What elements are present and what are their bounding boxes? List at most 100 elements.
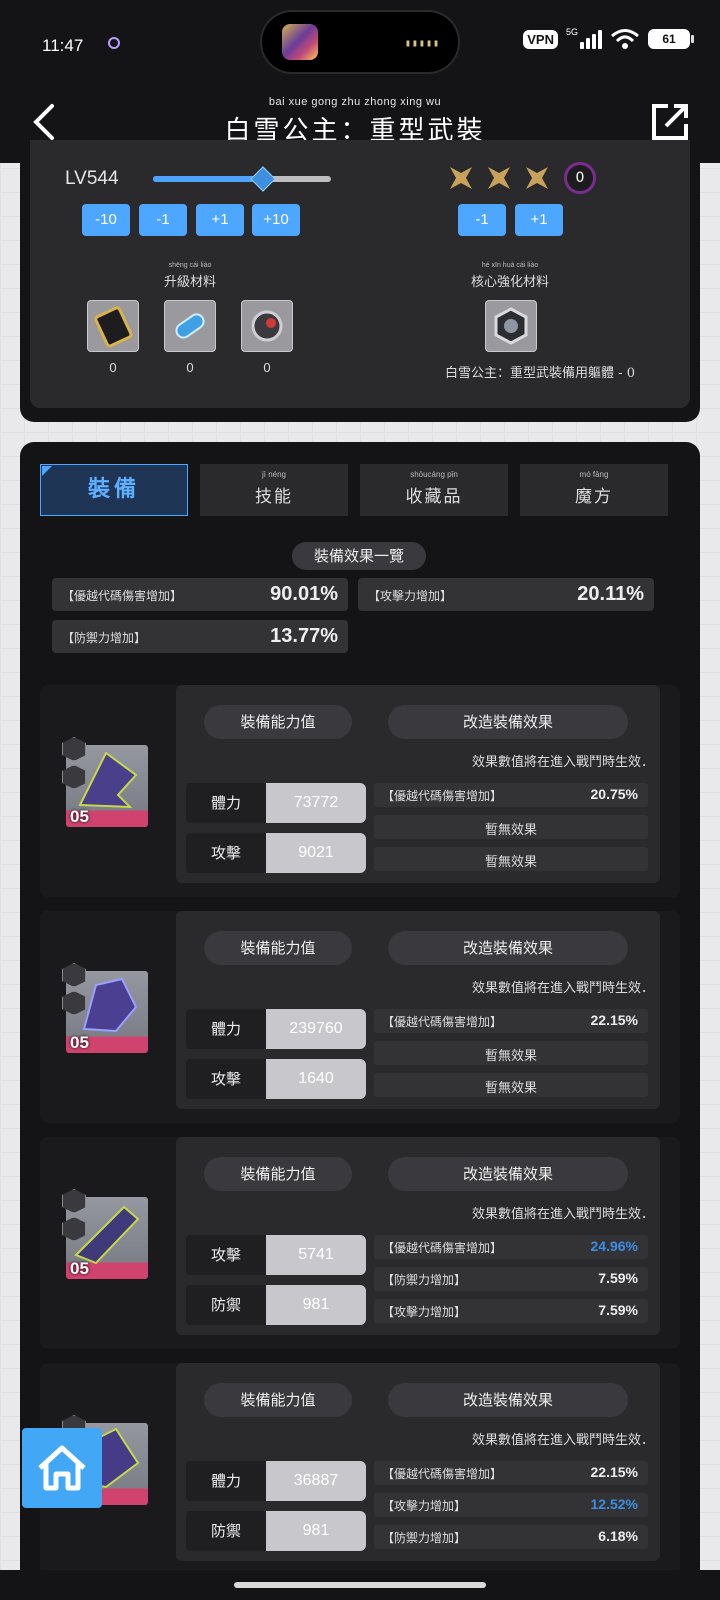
equipment-details: 裝備能力值 改造裝備效果 攻擊 5741 防禦 981 效果數值將在進入戰鬥時生…	[176, 1137, 660, 1335]
equipment-details: 裝備能力值 改造裝備效果 體力 239760 攻擊 1640 效果數值將在進入戰…	[176, 911, 660, 1109]
stat-value: 5741	[266, 1235, 366, 1275]
equipment-level: 05	[70, 1259, 89, 1278]
effect-label: 【攻擊力增加】	[382, 1305, 467, 1319]
effect-row: 【防禦力增加】 6.18%	[374, 1525, 648, 1549]
materials-label: 升級材料	[163, 275, 216, 290]
level-slider-fill	[153, 176, 264, 182]
star-icon	[488, 167, 510, 189]
summary-title: 裝備效果一覽	[292, 542, 426, 570]
upgrade-panel-inner: LV544 -10 -1 +1 +10 0 -1 +1 shēng cái li…	[30, 140, 690, 408]
effect-label: 【攻擊力增加】	[382, 1499, 467, 1513]
level-slider-thumb[interactable]	[250, 166, 277, 192]
ability-header: 裝備能力值	[204, 705, 352, 739]
ability-header: 裝備能力值	[204, 1157, 352, 1191]
ability-header: 裝備能力值	[204, 1383, 352, 1417]
equipment-card: 05 裝備能力值 改造裝備效果 體力 73772 攻擊 9021 效果數值將在進…	[40, 685, 680, 897]
top-bar: 11:47 ▮▮▮▮▮ VPN 5G 61 bai xue gong zhu z…	[0, 0, 720, 163]
back-button[interactable]	[28, 100, 62, 144]
tab-collection-label: 收藏品	[405, 487, 463, 507]
stat-label: 體力	[186, 1009, 266, 1049]
core-material-caption: 白雪公主：重型武裝備用軀體 - 0	[445, 366, 635, 381]
summary-label: 【攻擊力增加】	[368, 589, 453, 603]
effect-label: 【防禦力增加】	[382, 1531, 467, 1545]
tab-skills-ruby: jì néng	[261, 470, 287, 479]
effect-header[interactable]: 改造裝備效果	[388, 1383, 628, 1417]
effect-header[interactable]: 改造裝備效果	[388, 705, 628, 739]
tab-equipment[interactable]: 裝備	[40, 464, 188, 516]
core-plus-1-button[interactable]: +1	[515, 204, 563, 236]
summary-item: 【優越代碼傷害增加】 90.01%	[52, 578, 348, 611]
summary-label: 【防禦力增加】	[62, 631, 147, 645]
tab-collection-ruby: shōucáng pǐn	[410, 470, 458, 479]
upgrade-panel: LV544 -10 -1 +1 +10 0 -1 +1 shēng cái li…	[20, 140, 700, 422]
tab-collection[interactable]: shōucáng pǐn 收藏品	[360, 464, 508, 516]
system-indicators: VPN 5G 61	[523, 27, 694, 50]
core-minus-1-button[interactable]: -1	[458, 204, 506, 236]
stat-label: 體力	[186, 1461, 266, 1501]
effect-note: 效果數值將在進入戰鬥時生效．	[471, 1433, 654, 1448]
tab-cube[interactable]: mó fāng 魔方	[520, 464, 668, 516]
level-plus-10-button[interactable]: +10	[252, 204, 300, 236]
material-slot-1[interactable]	[87, 300, 139, 352]
effect-row: 【優越代碼傷害增加】 24.96%	[374, 1235, 648, 1259]
equipment-card: 05 裝備能力值 改造裝備效果 攻擊 5741 防禦 981 效果數值將在進入戰…	[40, 1137, 680, 1349]
stat-value: 36887	[266, 1461, 366, 1501]
home-icon	[38, 1445, 86, 1491]
vpn-badge: VPN	[523, 29, 558, 49]
material-count-2: 0	[186, 360, 194, 375]
material-count-1: 0	[109, 360, 117, 375]
tab-equipment-label: 裝備	[87, 476, 140, 502]
effect-none: 暫無效果	[484, 823, 537, 838]
level-minus-10-button[interactable]: -10	[82, 204, 130, 236]
stat-value: 1640	[266, 1059, 366, 1099]
effect-row: 【優越代碼傷害增加】 22.15%	[374, 1009, 648, 1033]
blue-capsule-icon	[175, 313, 205, 339]
signal-icon	[580, 29, 602, 49]
level-plus-1-button[interactable]: +1	[196, 204, 244, 236]
home-indicator	[234, 1582, 486, 1588]
material-slot-2[interactable]	[164, 300, 216, 352]
effect-row: 【攻擊力增加】 12.52%	[374, 1493, 648, 1517]
effect-label: 【優越代碼傷害增加】	[382, 1241, 503, 1255]
ability-header: 裝備能力值	[204, 931, 352, 965]
core-materials-heading: hé xīn huà cái liào 核心強化材料	[460, 262, 560, 290]
material-slot-3[interactable]	[241, 300, 293, 352]
core-level-badge: 0	[564, 162, 596, 194]
summary-item: 【攻擊力增加】 20.11%	[358, 578, 654, 611]
effect-note: 效果數值將在進入戰鬥時生效．	[471, 981, 654, 996]
effect-value: 22.15%	[590, 1464, 638, 1480]
stat-value: 9021	[266, 833, 366, 873]
effect-none: 暫無效果	[484, 855, 537, 870]
share-button[interactable]	[648, 100, 692, 144]
summary-value: 13.77%	[270, 625, 338, 647]
effect-value: 6.18%	[598, 1528, 638, 1544]
tab-skills-label: 技能	[255, 487, 293, 507]
tab-skills[interactable]: jì néng 技能	[200, 464, 348, 516]
effect-label: 【優越代碼傷害增加】	[382, 1467, 503, 1481]
level-minus-1-button[interactable]: -1	[139, 204, 187, 236]
summary-item: 【防禦力增加】 13.77%	[52, 620, 348, 653]
level-slider[interactable]	[153, 166, 331, 192]
effect-label: 【防禦力增加】	[382, 1273, 467, 1287]
equipment-level: 05	[70, 807, 89, 826]
core-stars: 0	[448, 162, 596, 194]
effect-value: 12.52%	[590, 1496, 638, 1512]
title-ruby: bai xue gong zhu zhong xing wu	[268, 96, 442, 108]
home-button[interactable]	[22, 1428, 102, 1508]
core-material-slot[interactable]	[485, 300, 537, 352]
effect-value: 22.15%	[590, 1012, 638, 1028]
effect-value: 24.96%	[590, 1238, 638, 1254]
core-materials-label: 核心強化材料	[470, 275, 549, 290]
materials-heading: shēng cái liào 升級材料	[140, 262, 240, 290]
equipment-card: 裝備能力值 改造裝備效果 體力 36887 防禦 981 效果數值將在進入戰鬥時…	[40, 1363, 680, 1575]
effect-row: 暫無效果	[374, 815, 648, 839]
equipment-details: 裝備能力值 改造裝備效果 體力 36887 防禦 981 效果數值將在進入戰鬥時…	[176, 1363, 660, 1561]
stat-label: 攻擊	[186, 1235, 266, 1275]
effect-note: 效果數值將在進入戰鬥時生效．	[471, 1207, 654, 1222]
stat-label: 防禦	[186, 1511, 266, 1551]
effect-header[interactable]: 改造裝備效果	[388, 931, 628, 965]
effect-header[interactable]: 改造裝備效果	[388, 1157, 628, 1191]
summary-value: 90.01%	[270, 583, 338, 605]
stat-value: 239760	[266, 1009, 366, 1049]
gold-battery-icon	[94, 306, 133, 348]
